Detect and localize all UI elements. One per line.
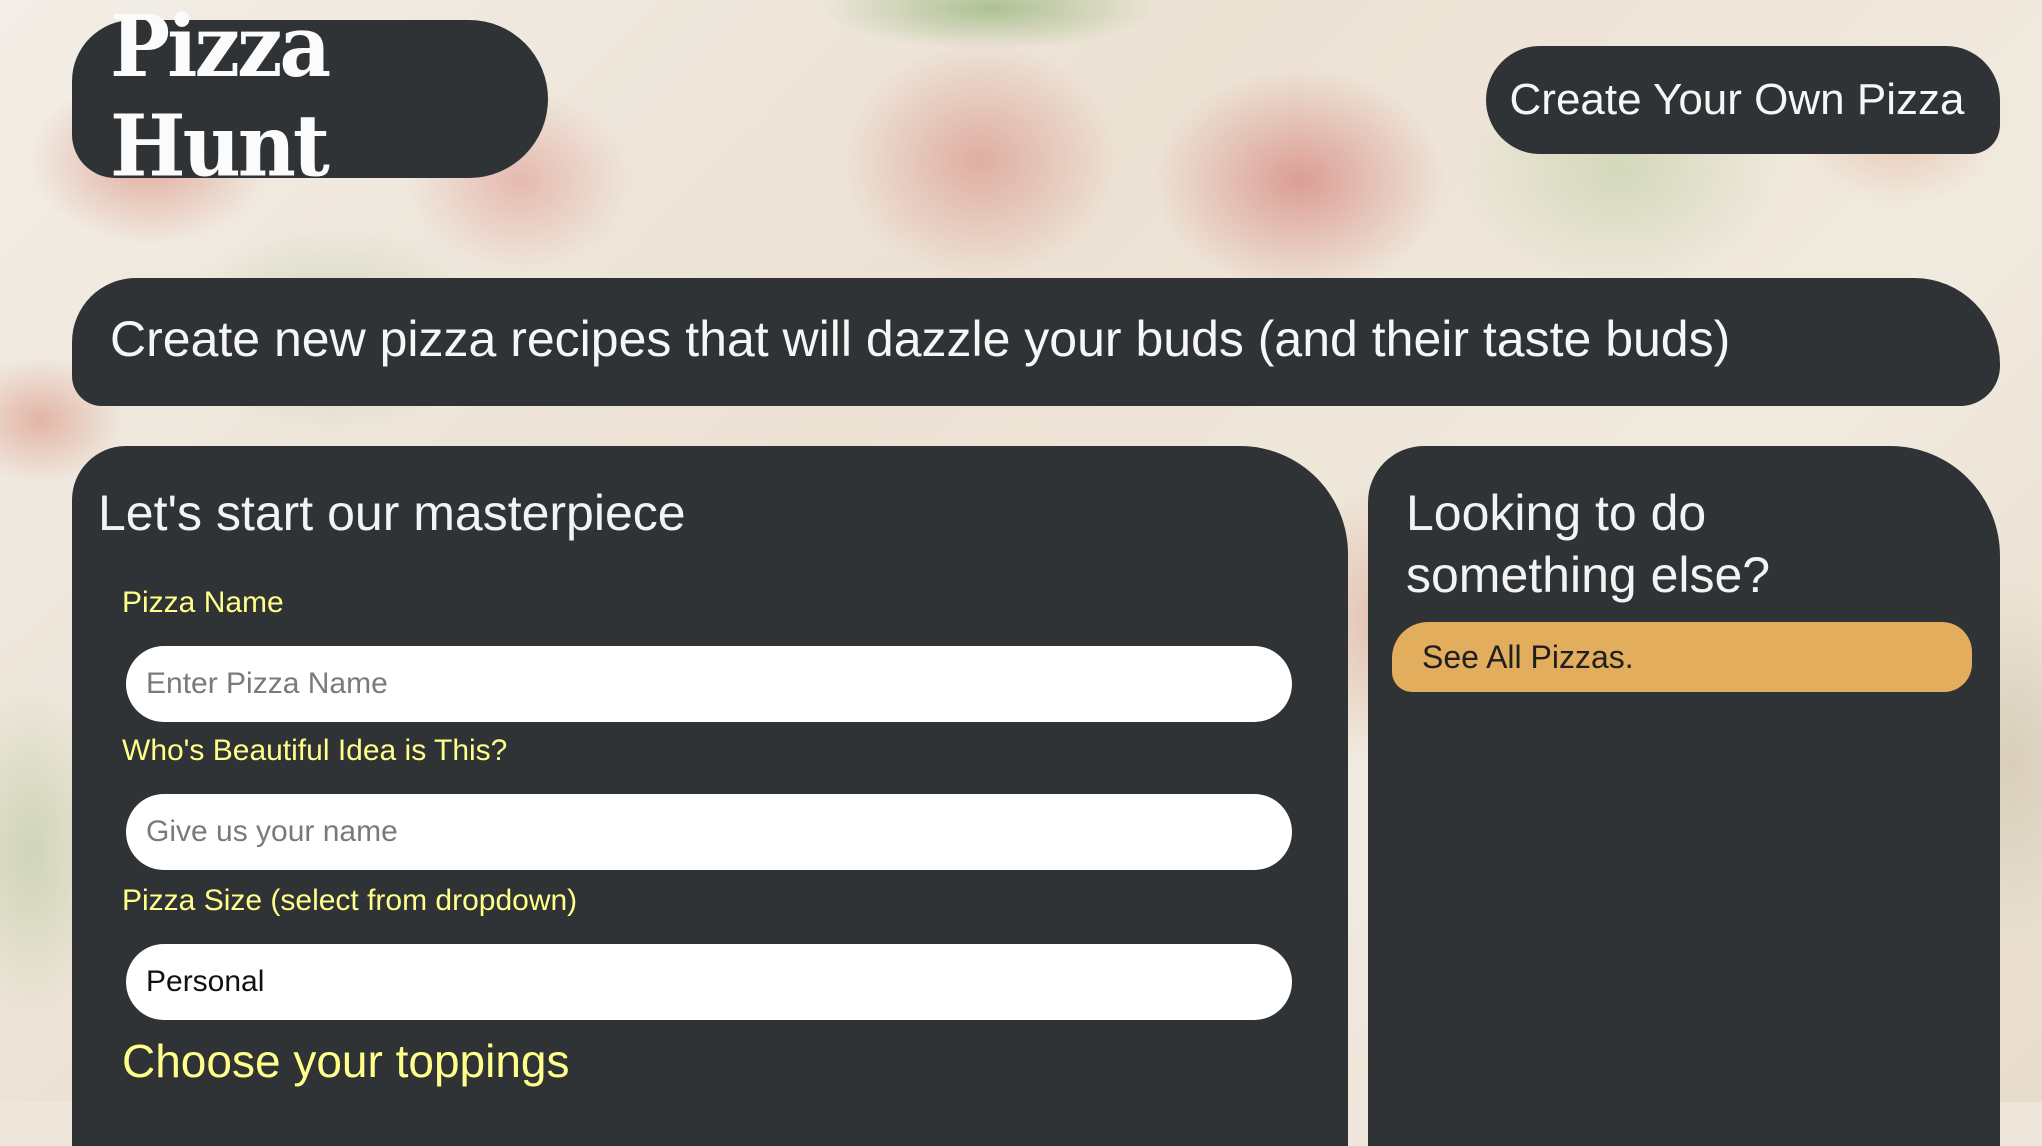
create-your-own-pizza-label: Create Your Own Pizza (1509, 75, 1965, 124)
tagline-banner: Create new pizza recipes that will dazzl… (72, 278, 2000, 406)
sidebar-card: Looking to do something else? See All Pi… (1368, 446, 2000, 1146)
pizza-name-placeholder: Enter Pizza Name (146, 667, 388, 700)
create-your-own-pizza-button[interactable]: Create Your Own Pizza (1486, 46, 2000, 154)
pizza-name-input[interactable]: Enter Pizza Name (126, 646, 1292, 722)
pizza-size-selected-value: Personal (146, 965, 265, 998)
created-by-placeholder: Give us your name (146, 815, 398, 848)
pizza-form-card: Let's start our masterpiece Pizza Name E… (72, 446, 1348, 1146)
sidebar-title: Looking to do something else? (1406, 485, 1771, 603)
pizza-name-label: Pizza Name (122, 586, 284, 619)
created-by-label: Who's Beautiful Idea is This? (122, 734, 508, 767)
pizza-size-label: Pizza Size (select from dropdown) (122, 884, 578, 917)
logo[interactable]: Pizza Hunt (72, 0, 548, 196)
toppings-heading: Choose your toppings (122, 1035, 570, 1087)
see-all-pizzas-link[interactable]: See All Pizzas. (1392, 622, 1972, 692)
tagline-text: Create new pizza recipes that will dazzl… (110, 311, 1731, 367)
form-title: Let's start our masterpiece (98, 485, 686, 541)
created-by-input[interactable]: Give us your name (126, 794, 1292, 870)
see-all-pizzas-label: See All Pizzas. (1422, 638, 1634, 675)
logo-text: Pizza Hunt (110, 0, 331, 196)
pizza-size-select[interactable]: Personal (126, 944, 1292, 1020)
